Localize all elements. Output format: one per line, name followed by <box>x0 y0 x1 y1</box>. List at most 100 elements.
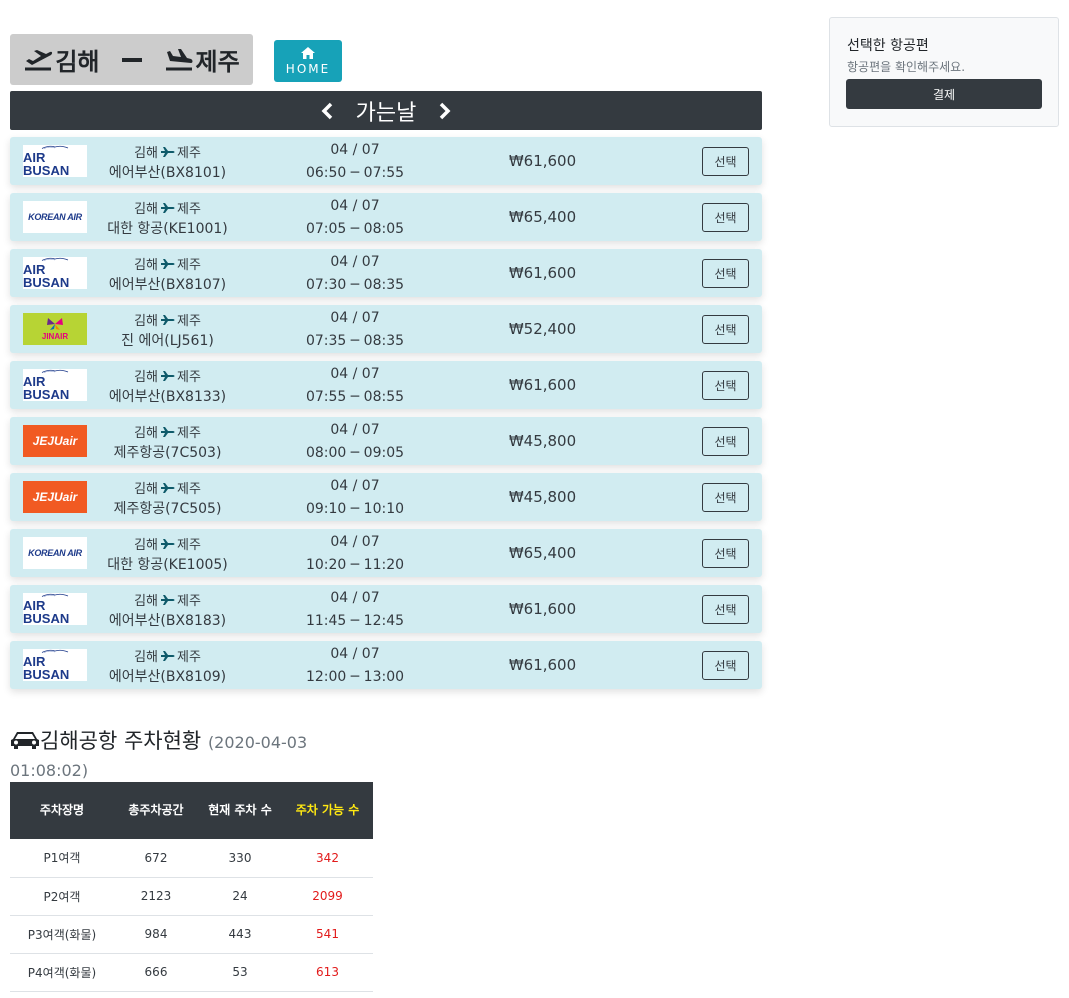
flight-price: ₩61,600 <box>508 376 577 394</box>
flight-origin: 김해 <box>134 426 158 441</box>
route-title: 김해 제주 <box>10 34 253 85</box>
airline-name: 대한 항공(KE1001) <box>107 221 228 237</box>
flight-route: 김해 제주 <box>90 422 245 441</box>
airline-logo-text: JINAIR <box>41 332 69 341</box>
airline-logo-text: KOREAN AIR <box>28 548 82 558</box>
pay-button[interactable]: 결제 <box>846 79 1042 109</box>
select-flight-button[interactable]: 선택 <box>702 259 749 288</box>
flight-row: AIR BUSAN 김해 제주 에어부산(BX8183) 04 / 07 11:45 ─ … <box>10 585 762 633</box>
date-label: 가는날 <box>355 100 417 126</box>
select-flight-button[interactable]: 선택 <box>702 315 749 344</box>
flight-route: 김해 제주 <box>90 198 245 217</box>
total-spaces: 666 <box>114 953 198 992</box>
chevron-right-icon[interactable] <box>438 102 452 120</box>
airline-name: 제주항공(7C503) <box>113 445 222 461</box>
flight-price: ₩65,400 <box>508 208 577 226</box>
home-icon <box>301 46 315 59</box>
home-label: HOME <box>285 61 331 76</box>
flight-price: ₩45,800 <box>508 432 577 450</box>
car-icon <box>11 732 39 749</box>
plane-icon <box>161 258 175 269</box>
total-spaces: 984 <box>114 915 198 954</box>
flight-row: AIR BUSAN 김해 제주에어부산(BX8101) 04 / 07 06:50 ─ … <box>10 137 762 185</box>
flight-route: 김해 제주 <box>90 366 245 385</box>
flight-route: 김해 제주 <box>90 534 245 553</box>
select-flight-button[interactable]: 선택 <box>702 147 749 176</box>
flight-destination: 제주 <box>177 370 201 385</box>
air-busan-wing-icon <box>41 145 69 149</box>
flight-origin: 김해 <box>134 594 158 609</box>
total-spaces: 672 <box>114 839 198 878</box>
flight-origin: 김해 <box>134 202 158 217</box>
select-flight-button[interactable]: 선택 <box>702 371 749 400</box>
flight-destination: 제주 <box>177 258 201 273</box>
current-parked: 53 <box>198 953 282 992</box>
airline-logo: AIR BUSAN <box>23 145 87 177</box>
airline-logo: AIR BUSAN <box>23 257 87 289</box>
select-flight-button[interactable]: 선택 <box>702 539 749 568</box>
header-current-parked: 현재 주차 수 <box>198 782 282 839</box>
flight-time: 06:50 ─ 07:55 <box>305 165 405 181</box>
airline-logo-text: AIR BUSAN <box>23 150 70 178</box>
flight-price: ₩61,600 <box>508 264 577 282</box>
airline-logo-text: AIR BUSAN <box>23 598 70 626</box>
airline-name: 에어부산(BX8101) <box>108 165 227 181</box>
flight-time: 07:30 ─ 08:35 <box>305 277 405 293</box>
select-flight-button[interactable]: 선택 <box>702 427 749 456</box>
airline-logo: AIR BUSAN <box>23 593 87 625</box>
flight-destination: 제주 <box>177 426 201 441</box>
flight-destination: 제주 <box>177 650 201 665</box>
plane-icon <box>161 426 175 437</box>
airline-name: 에어부산(BX8109) <box>108 669 227 685</box>
flight-row: JEJUair 김해 제주 제주항공(7C503) 04 / 07 08:00 ─ 09:… <box>10 417 762 465</box>
airline-name: 제주항공(7C505) <box>113 501 222 517</box>
parking-title-text: 김해공항 주차현황 <box>40 729 202 753</box>
flight-route: 김해 제주 <box>90 590 245 609</box>
flight-time: 07:55 ─ 08:55 <box>305 389 405 405</box>
airline-logo: KOREAN AIR <box>23 537 87 569</box>
flight-date: 04 / 07 <box>330 646 380 662</box>
header-total-spaces: 총주차공간 <box>114 782 198 839</box>
flight-date: 04 / 07 <box>330 254 380 270</box>
plane-icon <box>161 538 175 549</box>
flight-price: ₩61,600 <box>508 600 577 618</box>
air-busan-wing-icon <box>41 257 69 261</box>
airline-name: 대한 항공(KE1005) <box>107 557 228 573</box>
flight-time: 07:05 ─ 08:05 <box>305 221 405 237</box>
flight-date: 04 / 07 <box>330 142 380 158</box>
flight-row: AIR BUSAN 김해 제주 에어부산(BX8109) 04 / 07 12:00 ─ … <box>10 641 762 689</box>
flight-time: 11:45 ─ 12:45 <box>305 613 405 629</box>
route-origin: 김해 <box>55 48 100 76</box>
plane-icon <box>161 370 175 381</box>
airline-logo-text: AIR BUSAN <box>23 654 70 682</box>
flight-row: KOREAN AIR 김해 제주 대한 항공(KE1005) 04 / 07 10:20 … <box>10 529 762 577</box>
select-flight-button[interactable]: 선택 <box>702 595 749 624</box>
air-busan-wing-icon <box>41 369 69 373</box>
date-navigation-bar: 가는날 <box>10 91 762 130</box>
flight-date: 04 / 07 <box>330 478 380 494</box>
plane-icon <box>161 314 175 325</box>
table-row: P4여객(화물) 666 53 613 <box>10 953 373 992</box>
flight-origin: 김해 <box>134 482 158 497</box>
route-destination: 제주 <box>195 48 240 76</box>
flight-price: ₩45,800 <box>508 488 577 506</box>
flight-destination: 제주 <box>177 202 201 217</box>
chevron-left-icon[interactable] <box>320 102 334 120</box>
select-flight-button[interactable]: 선택 <box>702 483 749 512</box>
home-button[interactable]: HOME <box>274 40 342 82</box>
header-lot-name: 주차장명 <box>10 782 114 839</box>
airline-name: 에어부산(BX8107) <box>108 277 227 293</box>
available-spaces: 2099 <box>282 877 373 916</box>
airline-logo: JEJUair <box>23 481 87 513</box>
airline-logo: JINAIR <box>23 313 87 345</box>
flight-route: 김해 제주 <box>90 142 245 161</box>
flight-origin: 김해 <box>134 258 158 273</box>
route-dash <box>121 57 142 62</box>
flight-origin: 김해 <box>134 650 158 665</box>
select-flight-button[interactable]: 선택 <box>702 203 749 232</box>
air-busan-wing-icon <box>41 593 69 597</box>
available-spaces: 342 <box>282 839 373 878</box>
flight-destination: 제주 <box>177 314 201 329</box>
lot-name: P4여객(화물) <box>10 953 114 992</box>
select-flight-button[interactable]: 선택 <box>702 651 749 680</box>
